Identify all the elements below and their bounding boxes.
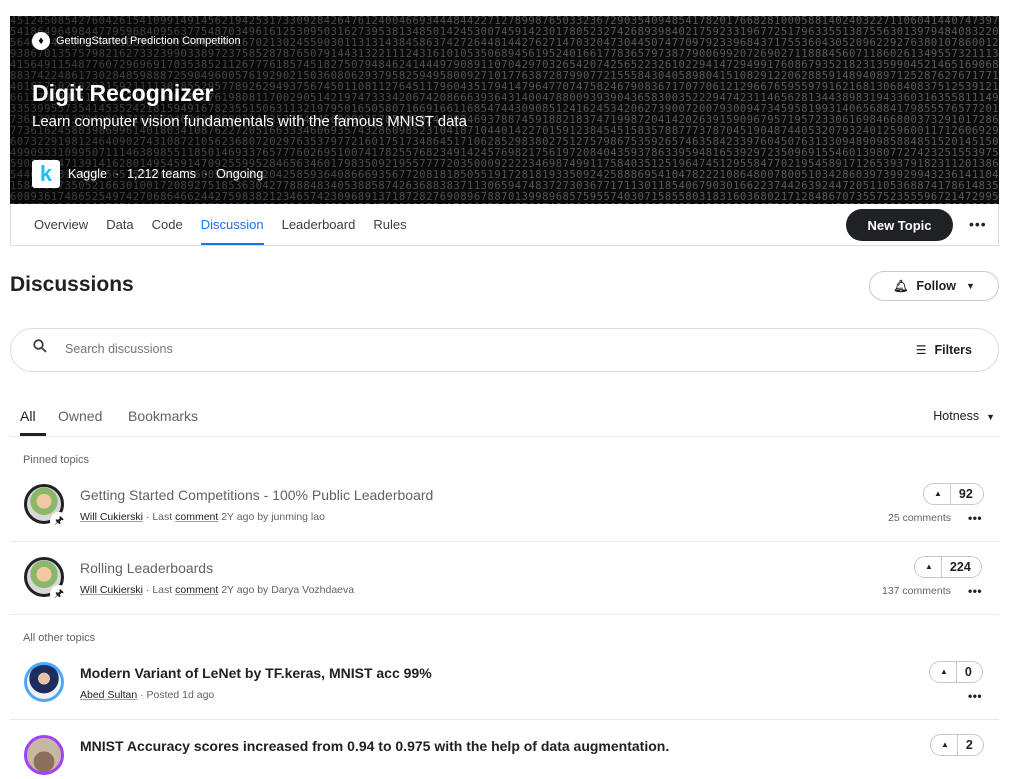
topic-row[interactable]: Modern Variant of LeNet by TF.keras, MNI… [10,646,999,720]
competition-title: Digit Recognizer [32,80,214,106]
pin-icon: 🖈︎ [50,585,68,603]
discussion-subtabs: All Owned Bookmarks Hotness ▼ [10,398,999,437]
topic-title[interactable]: MNIST Accuracy scores increased from 0.9… [80,738,669,754]
vote-count: 224 [949,560,971,574]
more-options-icon[interactable]: ••• [968,584,982,598]
chevron-down-icon: ▼ [965,281,975,291]
page-title: Discussions [10,273,134,296]
subtab-all[interactable]: All [20,408,36,424]
competition-status: Ongoing [216,167,264,181]
tab-leaderboard[interactable]: Leaderboard [282,204,356,245]
vote-count: 2 [965,738,973,752]
tab-code[interactable]: Code [152,204,183,245]
search-bar: ☰ Filters [10,328,999,372]
pin-icon: 🖈︎ [50,512,68,530]
upvote-icon: ▲ [924,484,951,504]
vote-count: 0 [964,665,972,679]
more-options-icon[interactable]: ••• [969,216,987,232]
upvote-icon: ▲ [915,557,942,577]
competition-banner: 4512450854276042615410991491456219425317… [10,16,999,204]
chevron-down-icon: ▼ [986,412,995,422]
filter-icon: ☰ [915,343,927,357]
avatar[interactable] [24,662,64,702]
competition-meta: k Kaggle · 1,212 teams · Ongoing [32,160,263,188]
active-subtab-indicator [20,433,46,436]
upvote-icon: ▲ [931,735,958,755]
comment-count: 137 comments [882,585,951,597]
other-topics-label: All other topics [23,632,96,644]
subtab-owned[interactable]: Owned [58,408,102,424]
upvote-button[interactable]: ▲ 224 [914,556,982,578]
upvote-button[interactable]: ▲ 2 [930,734,984,756]
tab-data[interactable]: Data [106,204,133,245]
tab-discussion[interactable]: Discussion [200,204,264,245]
filters-label: Filters [934,343,972,357]
topic-meta: Abed Sultan · Posted 1d ago [80,689,215,701]
competition-type: ♦ GettingStarted Prediction Competition [32,32,241,50]
follow-label: Follow [916,279,956,293]
topic-meta: Will Cukierski · Last comment 2Y ago by … [80,511,325,523]
filters-button[interactable]: ☰ Filters [916,343,972,357]
follow-button[interactable]: 🔔︎ Follow ▼ [869,271,999,301]
search-input[interactable] [63,341,667,357]
tab-overview[interactable]: Overview [34,204,88,245]
upvote-button[interactable]: ▲ 92 [923,483,984,505]
more-options-icon[interactable]: ••• [968,511,982,525]
new-topic-button[interactable]: New Topic [846,209,953,241]
comment-count: 25 comments [888,512,952,524]
upvote-button[interactable]: ▲ 0 [929,661,983,683]
avatar[interactable] [24,735,64,775]
competition-nav: Overview Data Code Discussion Leaderboard Rul… [10,204,999,246]
comment-link[interactable]: comment [175,511,218,523]
bell-icon: 🔔︎ [893,279,909,293]
competition-subtitle: Learn computer vision fundamentals with … [32,113,467,130]
author-link[interactable]: Will Cukierski [80,511,143,523]
subtab-bookmarks[interactable]: Bookmarks [128,408,198,424]
kaggle-logo-icon[interactable]: k [32,160,60,188]
topic-row[interactable]: 🖈︎ Rolling Leaderboards Will Cukierski ·… [10,541,999,615]
author-link[interactable]: Will Cukierski [80,584,143,596]
search-icon [33,339,47,353]
sort-select[interactable]: Hotness ▼ [933,409,995,423]
comment-link[interactable]: comment [175,584,218,596]
topic-meta: Will Cukierski · Last comment 2Y ago by … [80,584,355,596]
topic-title[interactable]: Getting Started Competitions - 100% Publ… [80,487,433,503]
topic-title[interactable]: Rolling Leaderboards [80,560,213,576]
tab-rules[interactable]: Rules [373,204,406,245]
pinned-topics-label: Pinned topics [23,454,90,466]
more-options-icon[interactable]: ••• [968,689,982,703]
team-count: 1,212 teams [127,167,196,181]
topic-row[interactable]: 🖈︎ Getting Started Competitions - 100% P… [10,468,999,542]
topic-row[interactable]: MNIST Accuracy scores increased from 0.9… [10,719,999,779]
host-name[interactable]: Kaggle [68,167,107,181]
author-link[interactable]: Abed Sultan [80,689,137,701]
topic-title[interactable]: Modern Variant of LeNet by TF.keras, MNI… [80,665,432,681]
upvote-icon: ▲ [930,662,957,682]
competition-type-label: GettingStarted Prediction Competition [56,35,241,47]
vote-count: 92 [958,487,973,501]
trophy-icon: ♦ [32,32,50,50]
